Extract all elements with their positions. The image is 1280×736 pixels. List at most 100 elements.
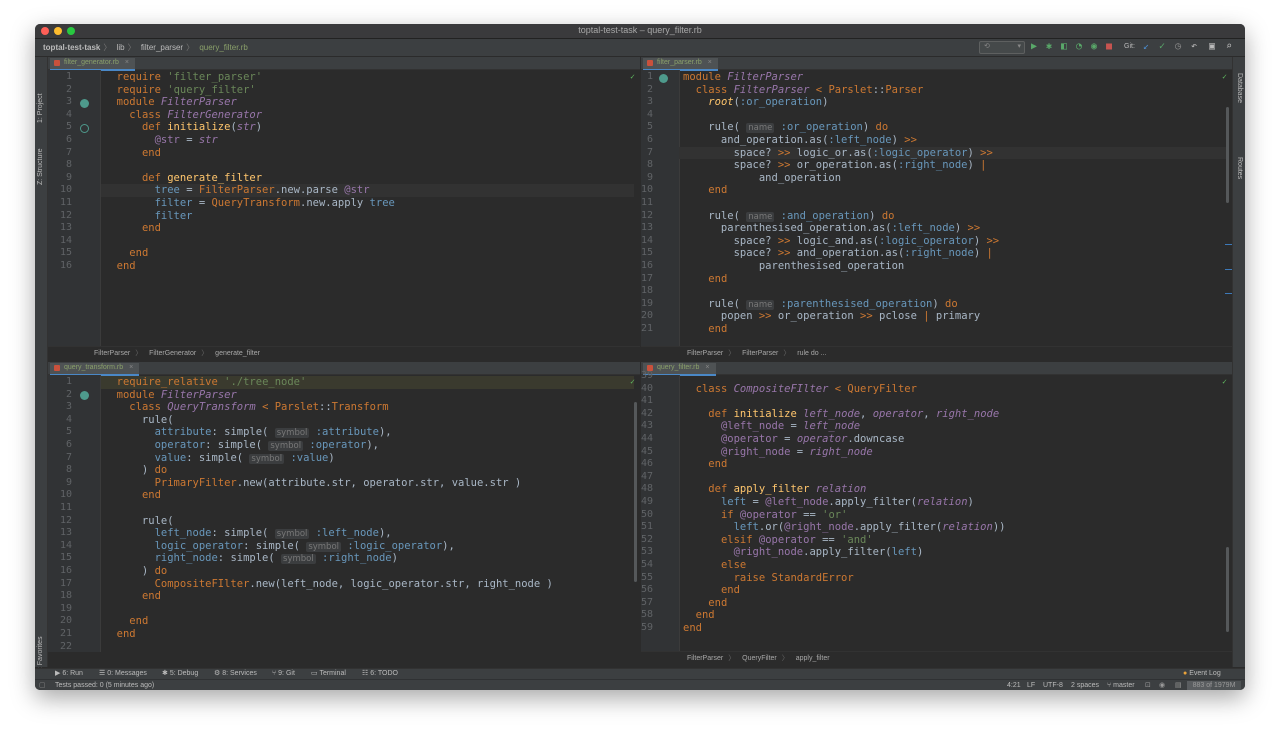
code-area[interactable]: 39 40 class CompositeFIlter < QueryFilter…	[641, 370, 1232, 652]
scrollbar[interactable]	[1226, 547, 1229, 632]
code-breadcrumb-item[interactable]: generate_filter	[215, 350, 260, 357]
code-line[interactable]: filter	[104, 210, 193, 223]
code-line[interactable]: @str = str	[104, 134, 218, 147]
code-line[interactable]: @operator = operator.downcase	[683, 433, 904, 446]
code-line[interactable]: root(:or_operation)	[683, 96, 828, 109]
code-breadcrumb-item[interactable]: QueryFilter	[742, 655, 777, 662]
code-line[interactable]: CompositeFIlter.new(left_node, logic_ope…	[104, 578, 553, 591]
code-line[interactable]: popen >> or_operation >> pclose | primar…	[683, 310, 980, 323]
code-line[interactable]: ) do	[104, 565, 167, 578]
database-tool-tab[interactable]: Database	[1236, 73, 1243, 103]
code-line[interactable]: end	[104, 628, 136, 641]
code-line[interactable]: if @operator == 'or'	[683, 509, 847, 522]
code-line[interactable]: rule( name :or_operation) do	[683, 121, 888, 134]
breadcrumb-filter-parser[interactable]: filter_parser	[141, 43, 183, 52]
run-icon[interactable]: ▶	[1031, 41, 1037, 53]
close-icon[interactable]: ×	[705, 364, 709, 371]
code-line[interactable]: elsif @operator == 'and'	[683, 534, 873, 547]
code-line[interactable]: parenthesised_operation	[683, 260, 904, 273]
code-line[interactable]: filter = QueryTransform.new.apply tree	[104, 197, 395, 210]
git-tool-button[interactable]: ⑂ 9: Git	[272, 669, 295, 679]
code-line[interactable]: end	[104, 222, 161, 235]
terminal-tool-button[interactable]: ▭ Terminal	[311, 669, 346, 679]
code-line[interactable]: left.or(@right_node.apply_filter(relatio…	[683, 521, 1006, 534]
inspection-icon[interactable]: ◉	[1159, 680, 1165, 690]
code-line[interactable]: module FilterParser	[104, 389, 237, 402]
git-history-icon[interactable]: ◷	[1175, 41, 1181, 53]
code-line[interactable]: parenthesised_operation.as(:left_node) >…	[683, 222, 980, 235]
code-line[interactable]: def generate_filter	[104, 172, 262, 185]
code-line[interactable]: rule(	[104, 414, 174, 427]
code-line[interactable]: logic_operator: simple( symbol :logic_op…	[104, 540, 455, 553]
module-gutter-icon[interactable]	[659, 74, 668, 83]
code-line[interactable]: left = @left_node.apply_filter(relation)	[683, 496, 974, 509]
debug-icon[interactable]: ✱	[1046, 41, 1052, 53]
code-breadcrumb-item[interactable]: FilterParser	[687, 350, 723, 357]
stop-icon[interactable]: ■	[1106, 41, 1112, 53]
code-line[interactable]: class QueryTransform < Parslet::Transfor…	[104, 401, 388, 414]
event-log-button[interactable]: ● Event Log	[1183, 669, 1221, 679]
code-line[interactable]: PrimaryFilter.new(attribute.str, operato…	[104, 477, 522, 490]
line-separator[interactable]: LF	[1027, 680, 1035, 690]
breadcrumb-file[interactable]: query_filter.rb	[199, 43, 247, 52]
run-tool-button[interactable]: ▶ 6: Run	[55, 669, 83, 679]
code-line[interactable]: require 'query_filter'	[104, 84, 256, 97]
code-line[interactable]: require 'filter_parser'	[104, 71, 262, 84]
code-breadcrumb-item[interactable]: rule do ...	[797, 350, 826, 357]
code-line[interactable]: module FilterParser	[683, 71, 803, 84]
code-line[interactable]: and_operation.as(:left_node) >>	[683, 134, 917, 147]
run-configuration-select[interactable]: ⟲ ▾	[979, 41, 1025, 54]
memory-indicator[interactable]: 883 of 1979M	[1187, 681, 1241, 690]
code-line[interactable]: space? >> and_operation.as(:right_node) …	[683, 247, 993, 260]
code-line[interactable]: else	[683, 559, 746, 572]
code-line[interactable]: rule(	[104, 515, 174, 528]
close-icon[interactable]: ×	[125, 59, 129, 66]
code-line[interactable]: class FilterGenerator	[104, 109, 262, 122]
code-line[interactable]: @left_node = left_node	[683, 420, 860, 433]
file-encoding[interactable]: UTF-8	[1043, 680, 1063, 690]
code-area[interactable]: 1 require_relative './tree_node' 2 module…	[48, 376, 640, 652]
code-line[interactable]: left_node: simple( symbol :left_node),	[104, 527, 392, 540]
code-line[interactable]: module FilterParser	[104, 96, 237, 109]
code-line[interactable]: operator: simple( symbol :operator),	[104, 439, 379, 452]
code-line[interactable]: end	[104, 147, 161, 160]
rollback-icon[interactable]: ↶	[1191, 41, 1197, 53]
code-line[interactable]: end	[683, 597, 727, 610]
code-line[interactable]: end	[104, 260, 136, 273]
scrollbar[interactable]	[634, 402, 637, 582]
coverage-icon[interactable]: ◧	[1061, 41, 1067, 53]
code-line[interactable]: @right_node = right_node	[683, 446, 873, 459]
code-line[interactable]: end	[683, 273, 727, 286]
code-line[interactable]: end	[104, 615, 148, 628]
scrollbar[interactable]	[1226, 107, 1229, 203]
indent-setting[interactable]: 2 spaces	[1071, 680, 1099, 690]
code-breadcrumb-item[interactable]: FilterParser	[687, 655, 723, 662]
code-line[interactable]: space? >> or_operation.as(:right_node) |	[683, 159, 987, 172]
code-line[interactable]: end	[104, 590, 161, 603]
close-icon[interactable]: ×	[708, 59, 712, 66]
search-icon[interactable]: ⌕	[1226, 41, 1232, 53]
code-breadcrumb-item[interactable]: FilterParser	[742, 350, 778, 357]
code-line[interactable]: @right_node.apply_filter(left)	[683, 546, 924, 559]
code-line[interactable]: value: simple( symbol :value)	[104, 452, 335, 465]
module-gutter-icon[interactable]	[80, 391, 89, 400]
structure-tool-tab[interactable]: Z: Structure	[37, 148, 44, 185]
code-line[interactable]: end	[683, 323, 727, 336]
close-icon[interactable]: ×	[129, 364, 133, 371]
code-line[interactable]: def apply_filter relation	[683, 483, 866, 496]
override-gutter-icon[interactable]	[80, 124, 89, 133]
code-line[interactable]: raise StandardError	[683, 572, 854, 585]
code-line[interactable]: def initialize(str)	[104, 121, 262, 134]
code-area[interactable]: 1 module FilterParser 2 class FilterParser…	[641, 71, 1232, 347]
module-gutter-icon[interactable]	[80, 99, 89, 108]
more-run-icon[interactable]: ◉	[1091, 41, 1097, 53]
services-tool-button[interactable]: ⚙ 8: Services	[214, 669, 257, 679]
code-line[interactable]: attribute: simple( symbol :attribute),	[104, 426, 392, 439]
debug-tool-button[interactable]: ✱ 5: Debug	[162, 669, 198, 679]
tool-window-toggle-icon[interactable]: ▢	[39, 680, 46, 690]
layout-icon[interactable]: ▣	[1209, 41, 1215, 53]
git-update-icon[interactable]: ↙	[1143, 41, 1149, 53]
code-breadcrumb-item[interactable]: FilterParser	[94, 350, 130, 357]
code-line[interactable]: tree = FilterParser.new.parse @str	[104, 184, 370, 197]
code-line[interactable]: class FilterParser < Parslet::Parser	[683, 84, 924, 97]
